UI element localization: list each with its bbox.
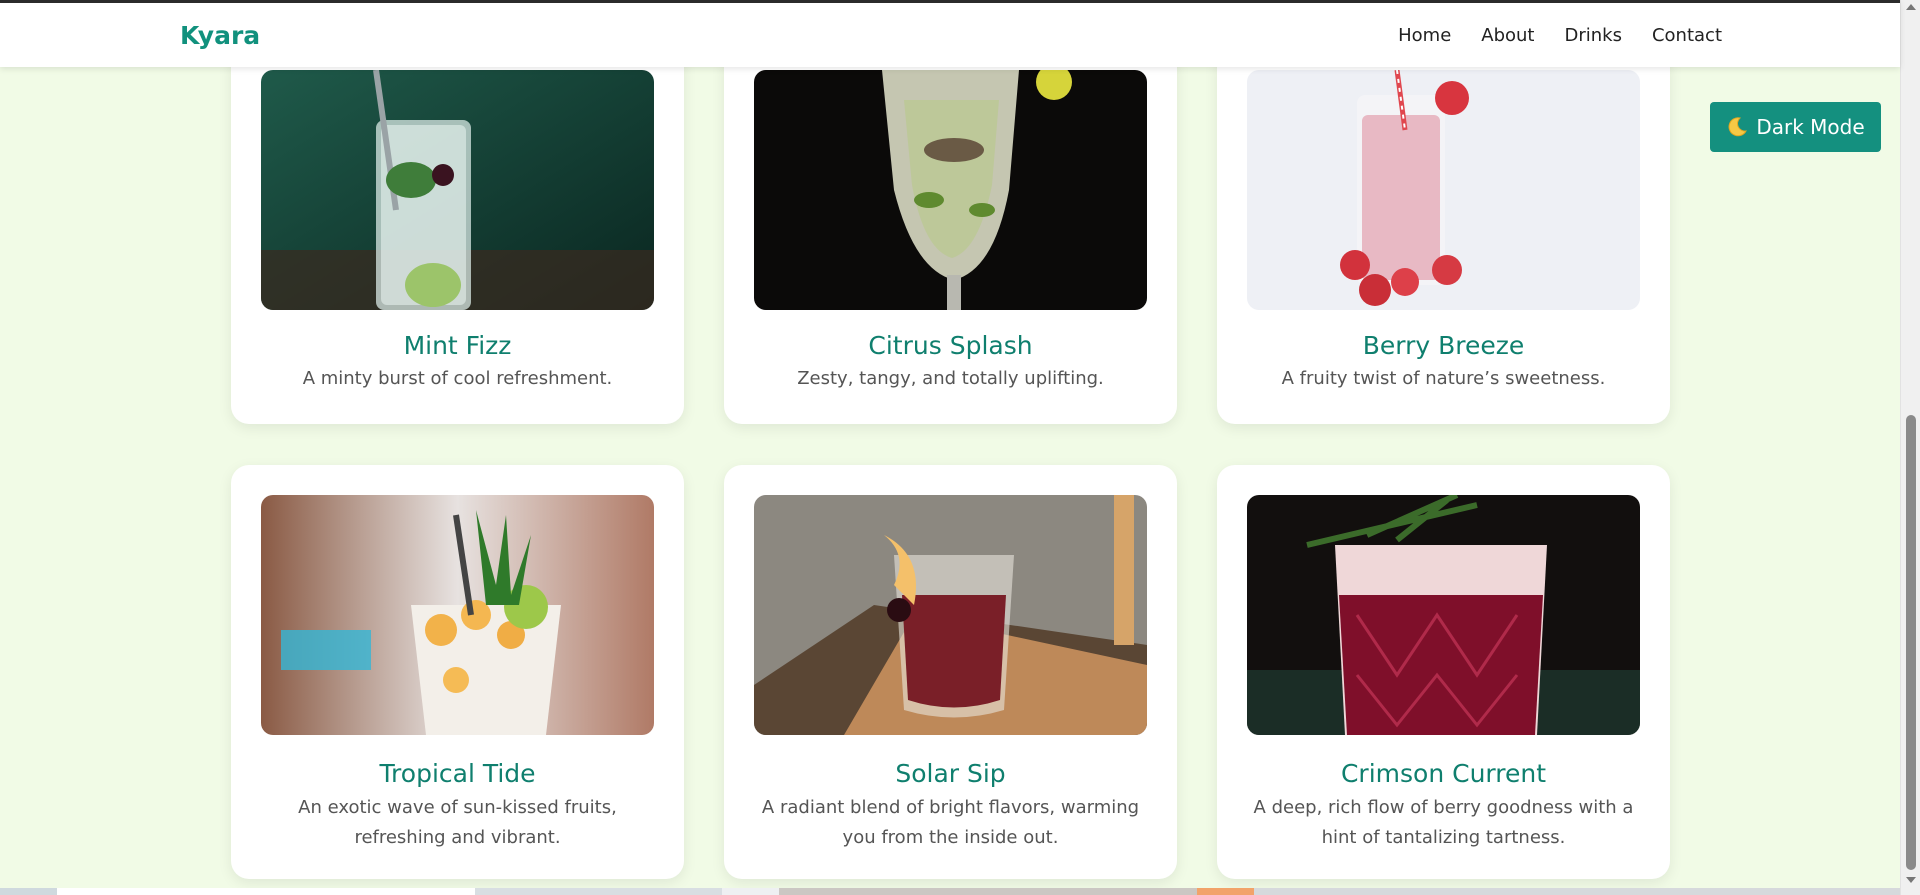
mint-fizz-drink-image <box>261 70 654 310</box>
nav-link-about[interactable]: About <box>1481 25 1534 46</box>
nav-link-drinks[interactable]: Drinks <box>1564 25 1621 46</box>
page-scrollbar[interactable] <box>1900 0 1920 895</box>
next-section-edge <box>0 888 1900 895</box>
berry-breeze-drink-image <box>1247 70 1640 310</box>
scroll-up-arrow-icon[interactable] <box>1906 4 1916 10</box>
nav-link-home[interactable]: Home <box>1398 25 1451 46</box>
drink-description: An exotic wave of sun-kissed fruits, ref… <box>298 797 617 848</box>
drink-card-berry-breeze: Berry Breeze A fruity twist of nature’s … <box>1217 46 1670 424</box>
brand-logo[interactable]: Kyara <box>180 21 260 50</box>
scrollbar-thumb[interactable] <box>1906 415 1916 870</box>
nav-links: Home About Drinks Contact <box>1398 25 1722 46</box>
navbar: Kyara Home About Drinks Contact <box>0 0 1900 67</box>
dark-mode-label: Dark Mode <box>1756 115 1865 139</box>
solar-sip-drink-image <box>754 495 1147 735</box>
scroll-down-arrow-icon[interactable] <box>1906 877 1916 883</box>
drink-description: A radiant blend of bright flavors, warmi… <box>761 797 1140 848</box>
drink-description: A deep, rich flow of berry goodness with… <box>1253 797 1634 848</box>
page: Kyara Home About Drinks Contact Dark Mod… <box>0 0 1920 895</box>
drink-title: Mint Fizz <box>403 331 512 360</box>
drink-card-tropical-tide: Tropical Tide An exotic wave of sun-kiss… <box>231 465 684 879</box>
drink-title: Berry Breeze <box>1362 331 1525 360</box>
drink-card-citrus-splash: Citrus Splash Zesty, tangy, and totally … <box>724 46 1177 424</box>
drink-title: Crimson Current <box>1340 759 1547 788</box>
drink-card-solar-sip: Solar Sip A radiant blend of bright flav… <box>724 465 1177 879</box>
citrus-splash-drink-image <box>754 70 1147 310</box>
drink-card-mint-fizz: Mint Fizz A minty burst of cool refreshm… <box>231 46 684 424</box>
drink-description: Zesty, tangy, and totally uplifting. <box>797 368 1104 389</box>
drink-description: A fruity twist of nature’s sweetness. <box>1281 368 1606 389</box>
moon-icon <box>1726 116 1748 138</box>
drink-title: Citrus Splash <box>868 331 1033 360</box>
crimson-current-drink-image <box>1247 495 1640 735</box>
dark-mode-button[interactable]: Dark Mode <box>1710 102 1881 152</box>
drink-title: Tropical Tide <box>379 759 536 788</box>
drink-card-crimson-current: Crimson Current A deep, rich flow of ber… <box>1217 465 1670 879</box>
nav-link-contact[interactable]: Contact <box>1652 25 1722 46</box>
drink-title: Solar Sip <box>895 759 1006 788</box>
drink-description: A minty burst of cool refreshment. <box>302 368 613 389</box>
tropical-tide-drink-image <box>261 495 654 735</box>
